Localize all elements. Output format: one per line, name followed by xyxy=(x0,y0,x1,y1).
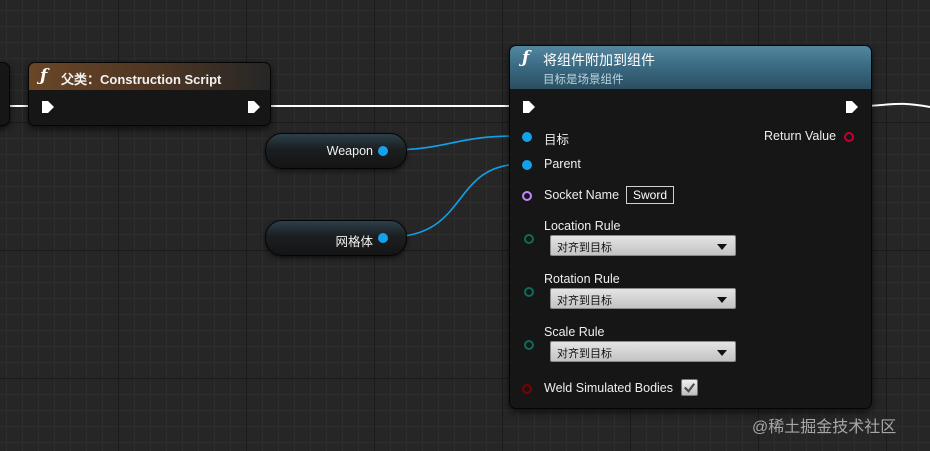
location-rule-label: Location Rule xyxy=(544,219,621,233)
exec-out-pin[interactable] xyxy=(247,100,261,114)
location-rule-pin[interactable] xyxy=(524,234,534,244)
attach-component-header[interactable]: ƒ 将组件附加到组件 目标是场景组件 xyxy=(510,46,871,89)
target-input-pin[interactable] xyxy=(522,132,532,142)
function-icon: ƒ xyxy=(522,48,530,68)
socket-name-input[interactable]: Sword xyxy=(626,186,674,204)
scale-rule-label: Scale Rule xyxy=(544,325,605,339)
attach-node-title: 将组件附加到组件 xyxy=(543,52,655,68)
wire-weapon-to-target xyxy=(388,135,523,151)
weapon-output-pin[interactable] xyxy=(378,146,388,156)
socket-name-pin[interactable] xyxy=(522,191,532,201)
return-value-label: Return Value xyxy=(764,129,837,143)
rotation-rule-dropdown[interactable]: 对齐到目标 xyxy=(550,288,736,309)
weld-bodies-checkbox[interactable] xyxy=(681,379,698,396)
construction-script-header[interactable]: ƒ 父类：Construction Script xyxy=(29,63,270,90)
location-rule-value: 对齐到目标 xyxy=(557,242,612,254)
scale-rule-pin[interactable] xyxy=(524,340,534,350)
attach-node-subtitle: 目标是场景组件 xyxy=(543,74,624,86)
weapon-variable-node[interactable]: Weapon xyxy=(265,133,407,169)
chevron-down-icon xyxy=(717,350,727,356)
target-label: 目标 xyxy=(544,133,570,147)
rotation-rule-label: Rotation Rule xyxy=(544,272,620,286)
scale-rule-value: 对齐到目标 xyxy=(557,348,612,360)
parent-label: Parent xyxy=(544,157,581,171)
exec-wire-attach-out xyxy=(861,102,930,109)
checkmark-icon xyxy=(684,383,696,393)
mesh-variable-node[interactable]: 网格体 xyxy=(265,220,407,256)
wire-mesh-to-parent xyxy=(388,163,523,238)
construction-script-node[interactable]: ƒ 父类：Construction Script xyxy=(28,62,271,126)
weapon-label: Weapon xyxy=(326,144,373,158)
location-rule-dropdown[interactable]: 对齐到目标 xyxy=(550,235,736,256)
watermark: @稀土掘金技术社区 xyxy=(752,419,897,436)
socket-name-label: Socket Name xyxy=(544,188,620,202)
function-icon: ƒ xyxy=(40,66,48,86)
exec-in-pin[interactable] xyxy=(41,100,55,114)
exec-in-pin[interactable] xyxy=(522,100,536,114)
rotation-rule-value: 对齐到目标 xyxy=(557,295,612,307)
exec-out-pin[interactable] xyxy=(845,100,859,114)
return-value-pin[interactable] xyxy=(844,132,854,142)
chevron-down-icon xyxy=(717,297,727,303)
weld-bodies-pin[interactable] xyxy=(522,384,532,394)
construction-script-title: 父类：Construction Script xyxy=(61,72,222,87)
attach-component-node[interactable]: ƒ 将组件附加到组件 目标是场景组件 目标 Return Value Paren… xyxy=(509,45,872,409)
rotation-rule-pin[interactable] xyxy=(524,287,534,297)
weld-bodies-label: Weld Simulated Bodies xyxy=(544,381,674,395)
mesh-label: 网格体 xyxy=(335,235,373,249)
scale-rule-dropdown[interactable]: 对齐到目标 xyxy=(550,341,736,362)
mesh-output-pin[interactable] xyxy=(378,233,388,243)
chevron-down-icon xyxy=(717,244,727,250)
parent-input-pin[interactable] xyxy=(522,160,532,170)
offscreen-node[interactable] xyxy=(0,62,10,126)
